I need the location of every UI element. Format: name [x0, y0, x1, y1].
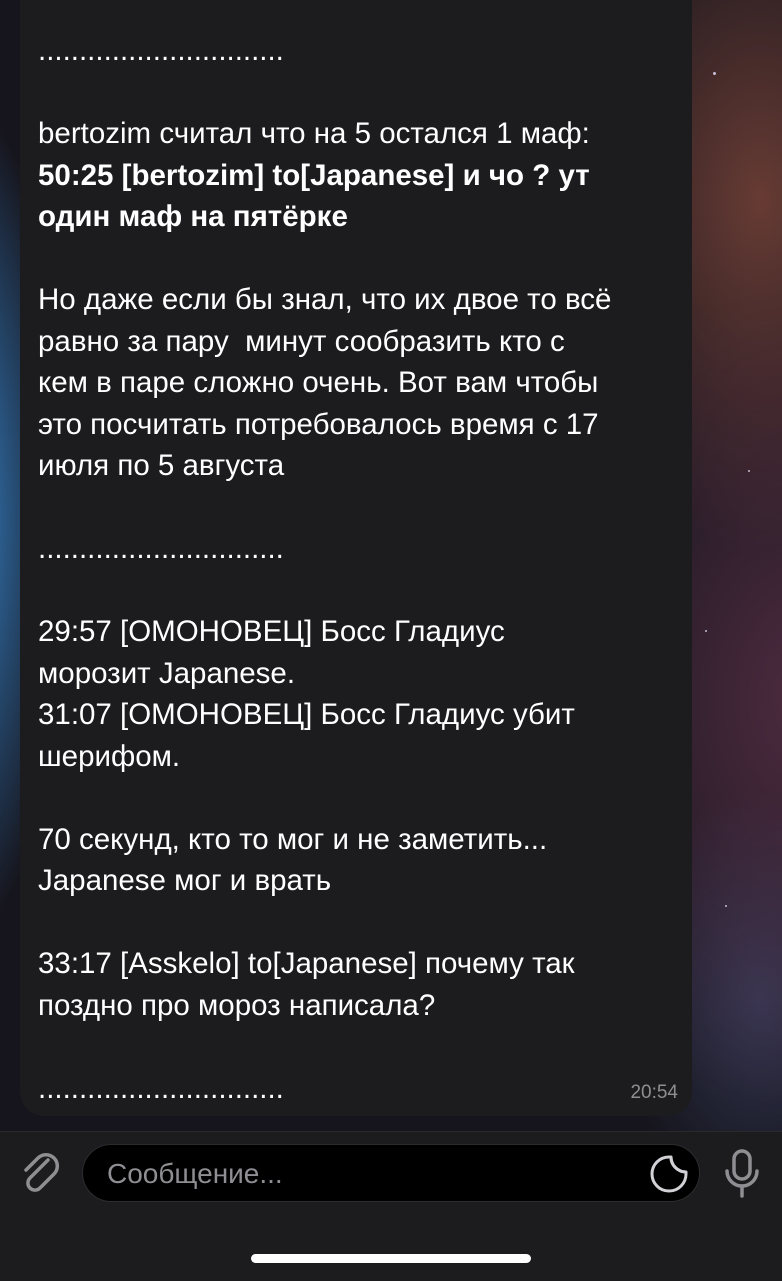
message-input-placeholder: Сообщение...	[107, 1158, 283, 1189]
message-line: Japanese мог и врать	[38, 864, 332, 897]
message-line: морозит Japanese.	[38, 656, 296, 690]
sticker-icon[interactable]	[649, 1154, 689, 1194]
wallpaper-star	[705, 630, 707, 632]
paperclip-icon	[24, 1152, 60, 1192]
message-line: поздно про мороз написала?	[38, 988, 436, 1022]
message-line: bertozim считал что на 5 остался 1 маф:	[38, 117, 590, 150]
message-line: ..............................	[38, 1071, 284, 1105]
message-line: июля по 5 августа	[38, 449, 285, 482]
microphone-button[interactable]	[722, 1148, 762, 1200]
message-line: 33:17 [Asskelo] to[Japanese] почему так	[38, 947, 575, 980]
message-blank-line	[38, 487, 678, 529]
wallpaper-star	[713, 72, 716, 75]
wallpaper-star	[725, 905, 727, 907]
message-blank-line	[38, 777, 678, 819]
message-line: ..............................	[38, 532, 284, 565]
message-blank-line	[38, 238, 678, 280]
message-line: один маф на пятёрке	[38, 200, 348, 233]
message-blank-line	[38, 902, 678, 944]
message-line: равно за пару минут сообразить кто с	[38, 324, 565, 358]
message-line: кем в паре сложно очень. Вот вам чтобы	[38, 366, 599, 399]
wallpaper-star	[748, 470, 750, 472]
message-line: 29:57 [ОМОНОВЕЦ] Босс Гладиус	[38, 615, 505, 648]
message-line: шерифом.	[38, 739, 181, 773]
message-blank-line	[38, 1026, 678, 1068]
message-time: 20:54	[630, 1082, 678, 1103]
message-line: Но даже если бы знал, что их двое то всё	[38, 283, 612, 316]
message-line: 31:07 [ОМОНОВЕЦ] Босс Гладиус убит	[38, 698, 575, 731]
message-input[interactable]: Сообщение...	[82, 1144, 700, 1202]
message-line: это посчитать потребовалось время с 17	[38, 407, 599, 441]
attach-button[interactable]	[18, 1148, 62, 1198]
message-line: ..............................	[38, 34, 284, 67]
message-blank-line	[38, 72, 678, 114]
message-line: 50:25 [bertozim] to[Japanese] и чо ? ут	[38, 158, 590, 192]
message-line: 70 секунд, кто то мог и не заметить...	[38, 822, 548, 856]
microphone-icon	[725, 1149, 759, 1198]
home-indicator[interactable]	[251, 1254, 531, 1263]
message-text: .............................. bertozim с…	[38, 30, 678, 1109]
message-blank-line	[38, 570, 678, 612]
